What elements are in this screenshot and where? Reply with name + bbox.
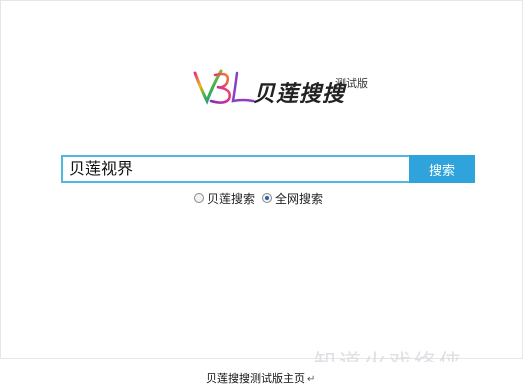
radio-icon[interactable]: [194, 193, 204, 203]
search-input[interactable]: [61, 155, 411, 183]
vbl-logo-mark: [193, 69, 255, 105]
search-scope-options: 贝莲搜索 全网搜索: [194, 190, 330, 206]
page-frame: 贝莲搜搜 测试版 搜索 贝莲搜索 全网搜索: [0, 0, 523, 359]
logo-title: 贝莲搜搜: [253, 81, 346, 107]
logo-subtitle: 测试版: [335, 77, 368, 90]
caption-text: 贝莲搜搜测试版主页 ↵: [206, 370, 315, 386]
scope-option-web[interactable]: 全网搜索: [262, 190, 323, 207]
logo: 贝莲搜搜 测试版: [191, 67, 371, 107]
radio-checked-icon[interactable]: [262, 193, 273, 203]
figure-caption: 贝莲搜搜测试版主页 ↵: [0, 362, 523, 390]
search-button[interactable]: 搜索: [409, 155, 475, 183]
scope-option-beilian[interactable]: 贝莲搜索: [194, 190, 255, 207]
scope-option-label: 贝莲搜索: [207, 191, 256, 206]
scope-option-label: 全网搜索: [275, 191, 324, 206]
caption-label: 贝莲搜搜测试版主页: [206, 372, 305, 385]
return-mark-icon: ↵: [307, 374, 316, 385]
